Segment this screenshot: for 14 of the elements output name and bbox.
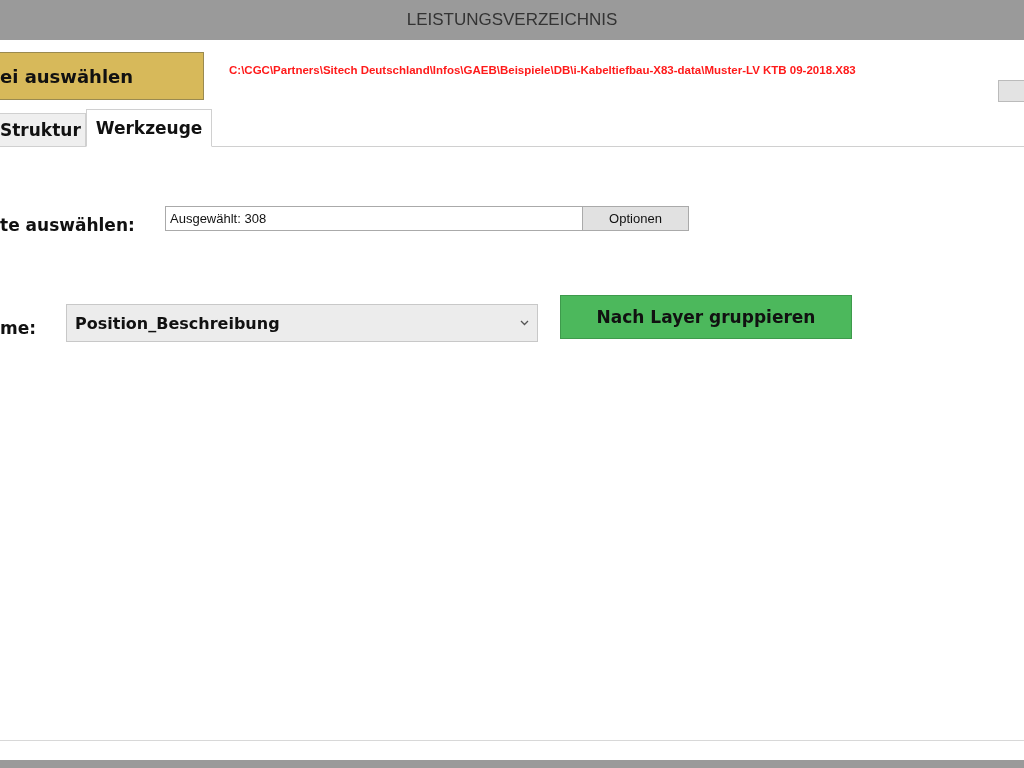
chevron-down-icon <box>520 320 529 326</box>
file-path: C:\CGC\Partners\Sitech Deutschland\Infos\GAEB\Beispiele\DB\i-Kabeltiefbau-X83-data\Muster-LV KTB 09-2018.X83 <box>229 64 856 76</box>
group-by-layer-button[interactable]: Nach Layer gruppieren <box>560 295 852 339</box>
name-label: me: <box>0 318 38 338</box>
name-dropdown[interactable]: Position_Beschreibung <box>66 304 538 342</box>
window-title: LEISTUNGSVERZEICHNIS <box>406 10 618 30</box>
small-button[interactable] <box>998 80 1024 102</box>
options-button[interactable]: Optionen <box>583 206 689 231</box>
selection-field[interactable]: Ausgewählt: 308 <box>165 206 583 231</box>
tab[interactable]: Werkzeuge <box>85 109 213 147</box>
tab[interactable]: Struktur <box>0 113 86 147</box>
select-file-button[interactable]: ei auswählen <box>0 52 204 100</box>
selection-label: te auswählen: <box>0 215 136 235</box>
dropdown-value: Position_Beschreibung <box>75 313 280 333</box>
